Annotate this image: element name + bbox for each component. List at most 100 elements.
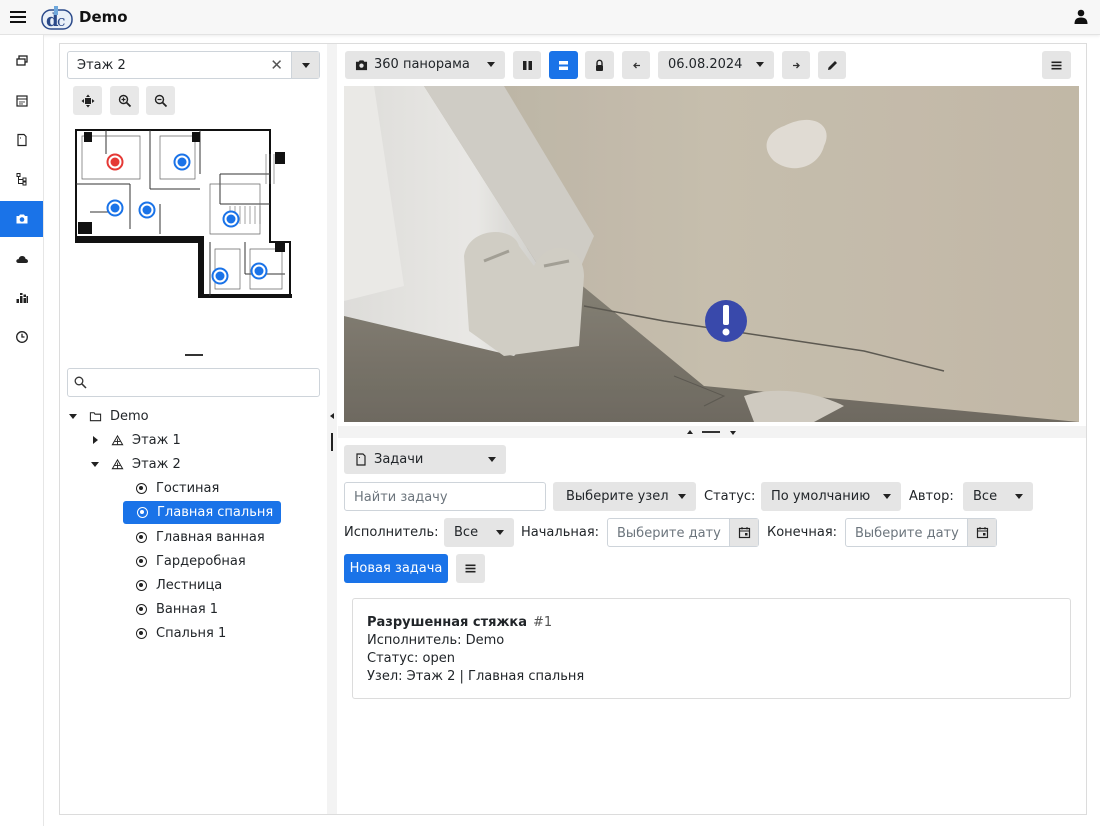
author-select[interactable]: Все — [963, 482, 1033, 511]
tree-node-room[interactable]: Гардеробная — [134, 550, 246, 572]
task-options-button[interactable] — [456, 554, 485, 583]
floor-icon — [110, 457, 124, 471]
camera-marker[interactable] — [173, 153, 191, 171]
tree-node-room[interactable]: Главная ванная — [134, 526, 265, 548]
floor-select[interactable]: Этаж 2 ✕ — [67, 51, 320, 79]
start-date-field[interactable] — [607, 518, 759, 547]
node-select[interactable]: Выберите узел — [553, 482, 696, 511]
tree-node-label: Ванная 1 — [156, 601, 219, 617]
floor-icon — [110, 433, 124, 447]
pencil-icon — [827, 60, 837, 70]
tree-node-label: Гостиная — [156, 480, 220, 496]
author-label: Автор: — [909, 489, 954, 504]
tree-node-room[interactable]: Гостиная — [134, 477, 219, 499]
zoom-in-button[interactable] — [110, 86, 139, 115]
tree-node-room-selected[interactable]: Главная спальня — [123, 501, 282, 524]
new-task-button[interactable]: Новая задача — [344, 554, 448, 583]
start-date-input[interactable] — [617, 524, 727, 542]
status-label: Статус: — [704, 489, 756, 504]
task-search-field[interactable] — [344, 482, 546, 511]
dashboard-nav-icon[interactable] — [0, 280, 43, 316]
end-date-calendar-button[interactable] — [967, 519, 996, 546]
task-card[interactable]: Разрушенная стяжка #1 Исполнитель: Demo С… — [352, 598, 1071, 699]
camera-nav-icon[interactable] — [0, 201, 43, 237]
panel-type-select[interactable]: Задачи — [344, 445, 506, 474]
map-tree-splitter[interactable] — [185, 354, 203, 356]
floor-select-dropdown-button[interactable] — [291, 52, 319, 78]
collapse-up-icon[interactable] — [687, 430, 693, 434]
status-select[interactable]: По умолчанию — [761, 482, 901, 511]
task-status: Статус: open — [367, 651, 455, 666]
cloud-nav-icon[interactable] — [0, 241, 43, 277]
view-mode-select[interactable]: 360 панорама — [345, 51, 505, 79]
camera-marker[interactable] — [250, 262, 268, 280]
search-icon — [74, 376, 87, 389]
tree-node-room[interactable]: Лестница — [134, 574, 222, 596]
folder-icon — [88, 409, 102, 423]
floor-plan-map[interactable] — [70, 124, 296, 302]
task-search-input[interactable] — [354, 488, 534, 506]
date-select[interactable]: 06.08.2024 — [658, 51, 774, 79]
menu-button[interactable] — [1042, 51, 1071, 79]
tree-node-root[interactable]: Demo — [66, 405, 149, 427]
expand-down-icon — [69, 413, 77, 419]
layers-nav-icon[interactable] — [0, 43, 43, 79]
split-vertical-button[interactable] — [513, 51, 541, 79]
panorama-tasks-splitter[interactable] — [338, 426, 1086, 438]
end-date-field[interactable] — [845, 518, 997, 547]
assignee-select[interactable]: Все — [444, 518, 514, 547]
camera-marker[interactable] — [211, 267, 229, 285]
chevron-down-icon — [1015, 494, 1023, 499]
camera-marker[interactable] — [222, 210, 240, 228]
calendar-icon — [738, 527, 750, 539]
user-account-icon[interactable] — [1074, 9, 1088, 25]
zoom-in-icon — [118, 94, 131, 107]
next-date-button[interactable] — [782, 51, 810, 79]
tree-node-floor-2[interactable]: Этаж 2 — [88, 453, 181, 475]
edit-button[interactable] — [818, 51, 846, 79]
arrow-right-icon — [792, 62, 800, 68]
hamburger-menu-icon[interactable] — [10, 9, 26, 25]
tree-search-input[interactable] — [92, 372, 312, 393]
camera-marker-active[interactable] — [106, 153, 124, 171]
tree-node-room[interactable]: Спальня 1 — [134, 622, 226, 644]
node-select-label: Выберите узел — [566, 489, 669, 504]
zoom-out-button[interactable] — [146, 86, 175, 115]
location-point-icon — [134, 578, 148, 592]
lock-button[interactable] — [585, 51, 614, 79]
tree-node-label: Лестница — [156, 577, 223, 593]
tree-node-room[interactable]: Ванная 1 — [134, 598, 218, 620]
fit-map-button[interactable] — [73, 86, 102, 115]
floor-select-value: Этаж 2 — [77, 58, 126, 73]
assignee-label: Исполнитель: — [344, 525, 439, 540]
resize-handle[interactable] — [331, 433, 333, 451]
issue-marker-icon[interactable] — [705, 300, 747, 342]
hierarchy-nav-icon[interactable] — [0, 161, 43, 197]
svg-text:c: c — [57, 12, 65, 30]
previous-date-button[interactable] — [622, 51, 650, 79]
start-date-calendar-button[interactable] — [729, 519, 758, 546]
document-nav-icon[interactable] — [0, 122, 43, 158]
tree-search-field[interactable] — [67, 368, 320, 397]
tree-node-floor-1[interactable]: Этаж 1 — [88, 429, 181, 451]
app-title: Demo — [79, 8, 128, 26]
top-bar: d c Demo — [0, 0, 1100, 35]
location-point-icon — [134, 554, 148, 568]
collapse-left-icon[interactable] — [330, 413, 334, 419]
camera-marker[interactable] — [106, 199, 124, 217]
camera-marker[interactable] — [138, 201, 156, 219]
clock-nav-icon[interactable] — [0, 319, 43, 355]
drag-handle[interactable] — [702, 431, 720, 433]
calendar-icon — [976, 527, 988, 539]
app-logo[interactable]: d c — [40, 4, 74, 31]
clear-floor-icon[interactable]: ✕ — [270, 56, 283, 74]
collapse-down-icon[interactable] — [730, 431, 736, 435]
icon-sidebar — [0, 35, 44, 826]
calendar-grid-nav-icon[interactable] — [0, 83, 43, 119]
end-date-input[interactable] — [855, 524, 965, 542]
column-splitter[interactable] — [327, 44, 337, 814]
panorama-viewer[interactable] — [344, 86, 1079, 422]
tree-node-label: Главная ванная — [156, 529, 265, 545]
tree-node-label: Гардеробная — [156, 553, 246, 569]
split-horizontal-button[interactable] — [549, 51, 578, 79]
